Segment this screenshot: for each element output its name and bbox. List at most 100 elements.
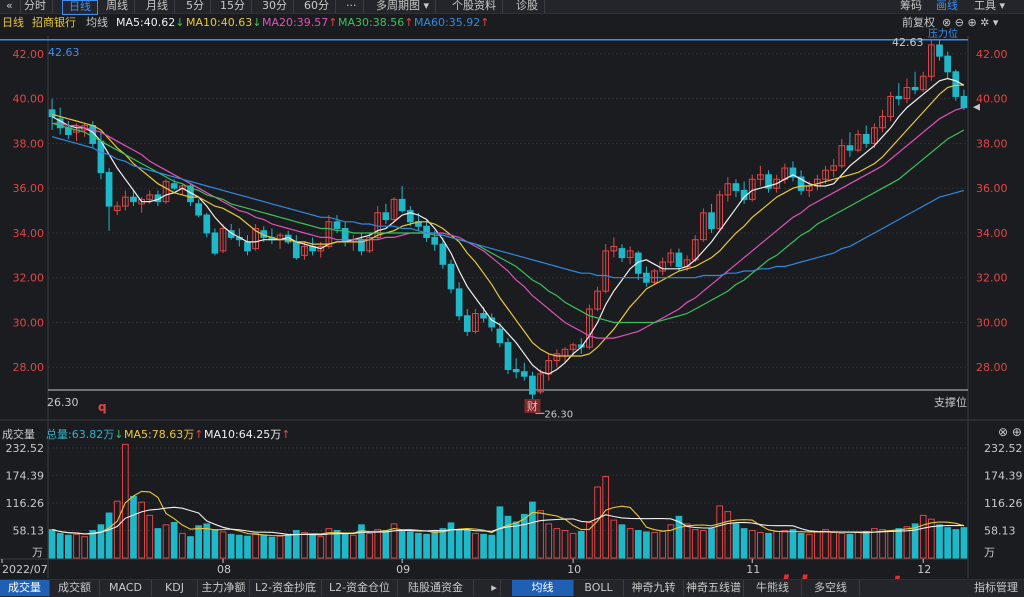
indicator-tab-6[interactable]: L2-资金仓位 <box>322 580 398 596</box>
volume-bar <box>765 532 772 559</box>
volume-bar <box>56 532 64 559</box>
price-tick-right: 36.00 <box>976 182 1008 195</box>
volume-bar <box>309 534 316 559</box>
indicator-tab-7[interactable]: 陆股通资金 <box>398 580 474 596</box>
price-tick-left: 42.00 <box>13 48 45 61</box>
candle-body <box>382 212 390 221</box>
candle-body <box>130 196 137 203</box>
ma-line-ma10 <box>51 84 964 357</box>
overlay-tab-4[interactable]: 牛熊线 <box>744 580 802 596</box>
volume-bar <box>577 530 585 559</box>
indicator-tab-5[interactable]: L2-资金抄底 <box>250 580 322 596</box>
overlay-tab-1[interactable]: BOLL <box>574 580 624 596</box>
price-tick-left: 34.00 <box>13 227 45 240</box>
price-tick-left: 30.00 <box>13 316 45 329</box>
volume-bar <box>341 533 349 559</box>
close-icon[interactable]: ⊗ <box>998 425 1008 439</box>
price-tick-right: 28.00 <box>976 361 1008 374</box>
price-cursor-icon: ◀ <box>973 102 980 112</box>
price-tick-left: 36.00 <box>13 182 45 195</box>
add-icon[interactable]: ⊕ <box>1012 425 1022 439</box>
indicator-tab-0[interactable]: 成交量 <box>0 580 50 596</box>
volume-bar <box>463 530 471 559</box>
volume-bar <box>928 518 935 559</box>
x-tick-label: 08 <box>217 563 231 576</box>
volume-bar <box>488 534 496 559</box>
volume-tick-right: 174.39 <box>984 469 1023 482</box>
volume-bar <box>805 533 813 559</box>
candle-body <box>455 288 463 317</box>
volume-bar <box>235 534 243 559</box>
volume-bar <box>178 532 186 559</box>
price-tick-right: 38.00 <box>976 137 1008 150</box>
candle-body <box>292 241 300 259</box>
candle-body <box>203 214 211 234</box>
price-tick-right: 32.00 <box>976 272 1008 285</box>
overlay-tab-3[interactable]: 神奇五线谱 <box>684 580 744 596</box>
indicator-tab-3[interactable]: KDJ <box>152 580 198 596</box>
volume-bar <box>887 530 895 559</box>
x-tick-label: 10 <box>567 563 581 576</box>
kline-chart[interactable]: 28.00 28.00 30.00 30.00 32.00 32.00 34.00 34.00… <box>0 0 1024 596</box>
candle-body <box>911 86 919 91</box>
volume-bar <box>854 531 862 559</box>
price-tick-left: 38.00 <box>13 137 45 150</box>
volume-bar <box>553 528 561 559</box>
x-tick-label: 12 <box>917 563 931 576</box>
volume-bar <box>537 510 544 559</box>
volume-bar <box>423 533 430 559</box>
volume-bar <box>284 533 292 559</box>
price-tick-right: 40.00 <box>976 93 1008 106</box>
overlay-tab-2[interactable]: 神奇九转 <box>624 580 684 596</box>
volume-bar <box>610 519 618 559</box>
volume-bar <box>952 529 960 559</box>
volume-bar <box>643 531 650 559</box>
volume-bar <box>634 530 642 559</box>
candle-body <box>170 183 178 189</box>
volume-bar <box>830 531 838 559</box>
price-tick-right: 42.00 <box>976 48 1008 61</box>
volume-bar <box>732 523 740 559</box>
volume-tick-left: 58.13 <box>13 524 45 537</box>
volume-bar <box>113 500 121 559</box>
ma-line-ma30 <box>51 122 965 324</box>
volume-bar <box>691 529 699 559</box>
candle-body <box>675 252 683 268</box>
overlay-tab-0[interactable]: 均线 <box>512 580 574 596</box>
volume-bar <box>862 530 870 559</box>
volume-bar <box>903 526 911 559</box>
candle-body <box>846 145 854 151</box>
volume-bar <box>276 535 284 559</box>
volume-bar <box>333 530 341 559</box>
x-tick-label: 09 <box>396 563 410 576</box>
scroll-right-icon[interactable]: ▸ <box>488 580 501 596</box>
indicator-tab-4[interactable]: 主力净额 <box>198 580 250 596</box>
volume-bar <box>227 533 235 559</box>
candle-body <box>333 221 341 229</box>
candle-body <box>447 263 455 290</box>
volume-bar <box>366 532 373 559</box>
indicator-tab-2[interactable]: MACD <box>100 580 152 596</box>
volume-tick-right: 116.26 <box>984 497 1023 510</box>
volume-bar <box>504 515 512 559</box>
volume-panel-controls[interactable]: ⊗ ⊕ <box>998 425 1022 439</box>
candle-body <box>463 315 471 332</box>
indicator-manage-button[interactable]: 指标管理 <box>968 580 1024 596</box>
volume-bar <box>846 533 854 559</box>
candle-body <box>195 203 202 216</box>
volume-bar <box>740 528 748 559</box>
indicator-tab-1[interactable]: 成交额 <box>50 580 100 596</box>
overlay-tab-5[interactable]: 多空线 <box>802 580 860 596</box>
volume-bar <box>374 529 382 559</box>
volume-ma5: MA5:78.63万↑ <box>124 428 204 441</box>
candle-body <box>529 375 536 395</box>
candle-body <box>105 172 113 207</box>
volume-bar <box>260 534 268 559</box>
volume-bar <box>358 524 365 559</box>
volume-bar <box>97 524 105 559</box>
candle-body <box>708 212 715 229</box>
volume-bar <box>301 531 308 559</box>
volume-bar <box>447 522 455 559</box>
volume-bar <box>439 528 447 559</box>
volume-title: 成交量 <box>2 428 35 441</box>
